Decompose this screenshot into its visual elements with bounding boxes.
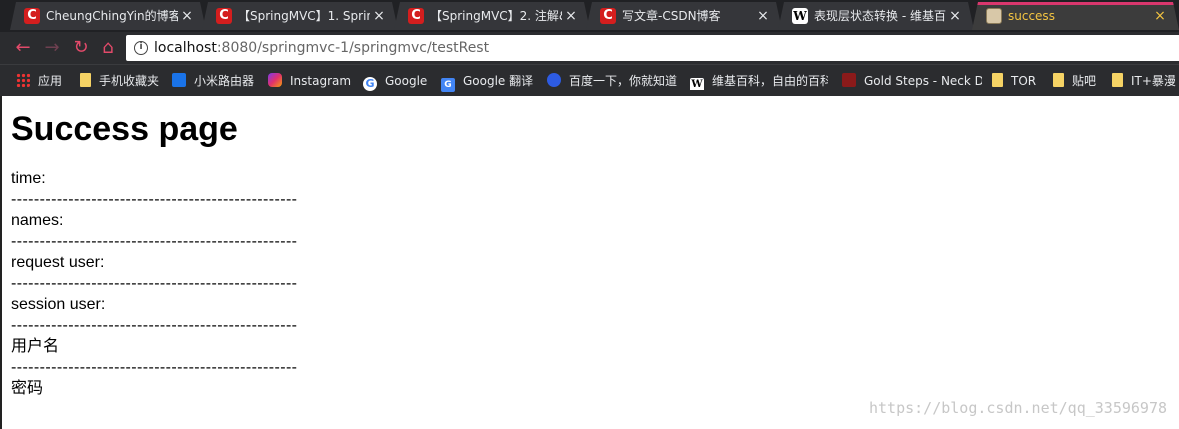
bookmark-tieba[interactable]: 贴吧 <box>1053 72 1096 90</box>
instagram-icon <box>268 73 282 87</box>
wifi-icon <box>172 73 186 87</box>
bookmark-label: Gold Steps - Neck D <box>864 74 982 88</box>
close-icon[interactable]: × <box>564 8 578 24</box>
bookmark-label: Google <box>385 74 428 88</box>
bookmark-apps[interactable]: 应用 <box>16 72 62 90</box>
bookmark-label: 贴吧 <box>1072 74 1097 88</box>
separator: ----------------------------------------… <box>11 191 298 208</box>
tab-title: success <box>1008 9 1055 23</box>
csdn-icon: C <box>216 8 232 24</box>
page-icon <box>986 8 1002 24</box>
google-translate-icon: G <box>441 78 455 92</box>
bookmark-it-baoman[interactable]: IT+暴漫 <box>1112 72 1179 90</box>
apps-icon <box>16 73 30 87</box>
separator: ----------------------------------------… <box>11 275 298 292</box>
request-user-label: request user: <box>11 254 105 271</box>
bookmark-label: 小米路由器 <box>194 74 255 88</box>
bookmark-baidu[interactable]: 百度一下，你就知道 <box>547 72 677 90</box>
bookmark-wikipedia[interactable]: W 维基百科，自由的百科 <box>690 72 828 90</box>
bookmark-google[interactable]: G Google <box>363 72 428 91</box>
bookmark-tor[interactable]: TOR <box>992 72 1036 90</box>
bookmark-label: Google 翻译 <box>463 74 534 88</box>
tab-title: 【SpringMVC】2. 注解& <box>430 9 562 23</box>
csdn-icon: C <box>408 8 424 24</box>
back-arrow-icon[interactable]: ← <box>12 37 34 59</box>
bookmark-google-translate[interactable]: G Google 翻译 <box>441 72 534 92</box>
bookmark-label: Instagram <box>290 74 352 88</box>
bookmark-label: 应用 <box>38 74 63 88</box>
page-title: Success page <box>11 110 238 148</box>
tab-springmvc-2[interactable]: C 【SpringMVC】2. 注解& × <box>394 2 590 30</box>
bookmark-instagram[interactable]: Instagram <box>268 72 351 90</box>
reload-icon[interactable]: ↻ <box>70 37 92 59</box>
tab-title: CheungChingYin的博客 <box>46 9 178 23</box>
page-content: Success page time: ---------------------… <box>0 96 1179 429</box>
tab-title: 写文章-CSDN博客 <box>622 9 721 23</box>
forward-arrow-icon[interactable]: → <box>41 37 63 59</box>
close-icon[interactable]: × <box>756 8 770 24</box>
close-icon[interactable]: × <box>180 8 194 24</box>
tab-strip: C CheungChingYin的博客 × C 【SpringMVC】1. Sp… <box>0 0 1179 32</box>
tab-springmvc-1[interactable]: C 【SpringMVC】1. Spring × <box>202 2 398 30</box>
folder-icon <box>1112 73 1123 87</box>
info-icon[interactable]: i <box>134 41 148 55</box>
separator: ----------------------------------------… <box>11 317 298 334</box>
url-path: :8080/springmvc-1/springmvc/testRest <box>216 40 490 56</box>
bookmark-label: 手机收藏夹 <box>99 74 160 88</box>
tab-title: 【SpringMVC】1. Spring <box>238 9 370 23</box>
toolbar: ← → ↻ ⌂ i localhost:8080/springmvc-1/spr… <box>0 32 1179 64</box>
session-user-label: session user: <box>11 296 106 313</box>
folder-icon <box>992 73 1003 87</box>
time-label: time: <box>11 170 46 187</box>
bookmark-label: IT+暴漫 <box>1131 74 1176 88</box>
wikipedia-icon: W <box>793 9 807 23</box>
steps-icon <box>842 73 856 87</box>
address-bar[interactable]: i localhost:8080/springmvc-1/springmvc/t… <box>126 35 1179 61</box>
browser-chrome: C CheungChingYin的博客 × C 【SpringMVC】1. Sp… <box>0 0 1179 96</box>
bookmark-label: TOR <box>1011 74 1037 88</box>
bookmark-mobile-favorites[interactable]: 手机收藏夹 <box>80 72 159 90</box>
bookmark-label: 百度一下，你就知道 <box>569 74 678 88</box>
bookmark-label: 维基百科，自由的百科 <box>712 74 828 88</box>
url-host: localhost <box>154 40 217 56</box>
baidu-icon <box>547 73 561 87</box>
folder-icon <box>80 73 91 87</box>
password-label: 密码 <box>11 380 44 397</box>
google-icon: G <box>363 77 377 91</box>
username-label: 用户名 <box>11 338 60 355</box>
bookmarks-bar: 应用 手机收藏夹 小米路由器 Instagram G Google G Google… <box>0 64 1179 96</box>
tab-success[interactable]: success × <box>972 2 1179 30</box>
bookmark-mi-router[interactable]: 小米路由器 <box>172 72 254 90</box>
csdn-icon: C <box>24 8 40 24</box>
close-icon[interactable]: × <box>1153 8 1167 24</box>
names-label: names: <box>11 212 64 229</box>
separator: ----------------------------------------… <box>11 233 298 250</box>
tab-cheungchingyin-blog[interactable]: C CheungChingYin的博客 × <box>10 2 206 30</box>
wikipedia-icon: W <box>690 78 704 90</box>
tab-wikipedia-rest[interactable]: W 表现层状态转换 - 维基百科 × <box>778 2 974 30</box>
watermark: https://blog.csdn.net/qq_33596978 <box>868 399 1167 417</box>
tab-title: 表现层状态转换 - 维基百科 <box>814 9 946 23</box>
tab-write-article[interactable]: C 写文章-CSDN博客 × <box>586 2 782 30</box>
close-icon[interactable]: × <box>372 8 386 24</box>
url-text[interactable]: localhost:8080/springmvc-1/springmvc/tes… <box>154 39 489 57</box>
bookmark-gold-steps[interactable]: Gold Steps - Neck D <box>842 72 982 90</box>
separator: ----------------------------------------… <box>11 359 298 376</box>
close-icon[interactable]: × <box>948 8 962 24</box>
csdn-icon: C <box>600 8 616 24</box>
folder-icon <box>1053 73 1064 87</box>
home-icon[interactable]: ⌂ <box>97 37 119 59</box>
